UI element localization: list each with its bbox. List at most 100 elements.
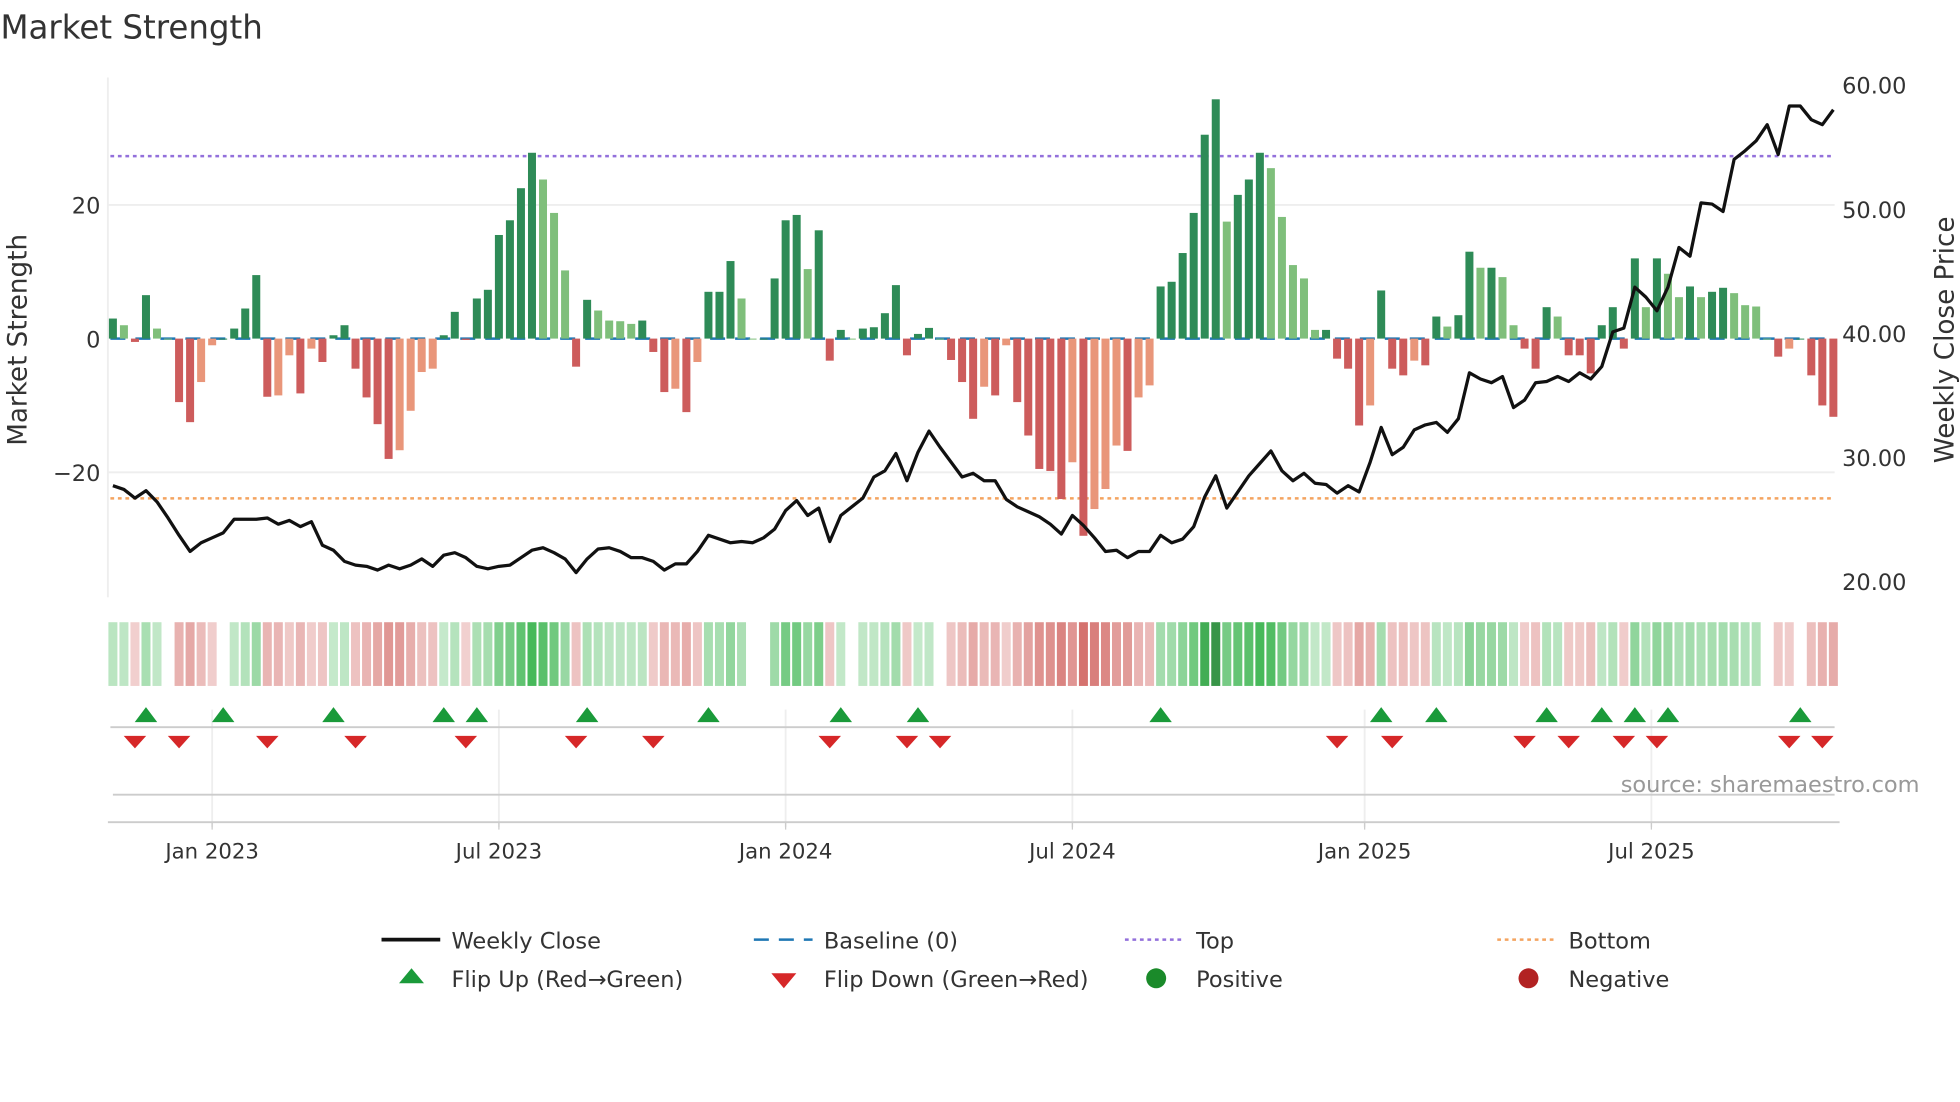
heat-cell [1817,622,1827,686]
chart-title: Market Strength [0,9,262,47]
heat-cell [1806,622,1816,686]
strength-bar [660,338,669,393]
strength-bar [1399,338,1408,376]
heat-cell [1023,622,1033,686]
heat-cell [1156,622,1166,686]
strength-bar [1266,168,1275,339]
strength-bar [1255,152,1264,339]
strength-bar [1829,338,1838,417]
flip-up-marker [1425,707,1448,723]
heat-cell [737,622,747,686]
strength-bar [1741,305,1750,339]
heat-cell [196,622,206,686]
strength-bar [1443,326,1452,339]
heat-cell [141,622,151,686]
flip-down-marker [454,735,478,749]
strength-bar [1233,194,1242,339]
heat-cell [725,622,735,686]
strength-bar [494,234,503,339]
strength-bar [186,338,195,423]
market-strength-chart: Market Strength 20 0 −20 60.00 50.00 40.00 30.… [0,9,1960,993]
strength-bar [1553,316,1562,339]
strength-bar [1685,286,1694,339]
heat-cell [648,622,658,686]
strength-bar [1388,338,1397,369]
strength-bar [417,338,426,373]
heat-cell [1321,622,1331,686]
heat-cell [351,622,361,686]
heat-cell [792,622,802,686]
heat-cell [1630,622,1640,686]
strength-bar [913,333,922,339]
strength-bar [1156,286,1165,339]
left-tick-label: 20 [72,194,101,220]
strength-bar [825,338,834,361]
flip-down-marker [1778,735,1801,749]
heat-cell [1475,622,1485,686]
strength-bar [1421,338,1430,366]
strength-bar [616,321,625,339]
heat-cell [1641,622,1651,686]
heat-cell [428,622,438,686]
strength-bar [1101,338,1110,489]
strength-bar [936,338,945,340]
heat-cell [229,622,239,686]
heat-cell [1619,622,1629,686]
strength-bar [450,311,459,339]
heat-cell [1134,622,1144,686]
heat-cell [450,622,460,686]
flip-up-marker [829,707,853,723]
strength-bar [219,338,228,340]
flip-down-marker [818,735,842,749]
heat-cell [108,622,118,686]
heat-cell [494,622,504,686]
heat-cell [251,622,261,686]
strength-heat-strip [108,622,1838,686]
heat-cell [461,622,471,686]
strength-bar [351,338,360,369]
heat-cell [902,622,912,686]
heat-cell [1531,622,1541,686]
flip-down-marker [642,735,665,749]
strength-bar [737,298,746,339]
strength-bar [715,291,724,339]
heat-cell [1034,622,1044,686]
heat-cell [174,622,184,686]
strength-bar [925,327,934,339]
strength-bar [693,338,702,362]
strength-bar [1277,216,1286,339]
heat-cell [924,622,934,686]
strength-bar [1719,287,1728,339]
strength-bar [395,338,404,451]
strength-bar [1818,338,1827,406]
heat-cell [1729,622,1739,686]
heat-cell [1178,622,1188,686]
legend-negative: Negative [1568,967,1669,993]
heat-cell [1740,622,1750,686]
strength-bar [704,291,713,339]
strength-bar [1344,338,1353,369]
heat-cell [1376,622,1386,686]
heat-cell [1597,622,1607,686]
heat-cell [1288,622,1298,686]
legend-flip-up: Flip Up (Red→Green) [451,967,683,993]
reference-lines [110,154,1835,500]
strength-bar [1641,307,1650,339]
strength-bar [439,335,448,339]
heat-cell [384,622,394,686]
strength-bar [605,320,614,339]
strength-bar [1465,251,1474,339]
strength-bar [175,338,184,403]
heat-cell [328,622,338,686]
heat-cell [1442,622,1452,686]
heat-cell [1663,622,1673,686]
strength-bar [869,327,878,339]
heat-cell [935,622,945,686]
heat-cell [1498,622,1508,686]
strength-bar [991,338,1000,396]
heat-cell [593,622,603,686]
strength-bar [1586,338,1595,374]
strength-bar [1079,338,1088,536]
heat-cell [1652,622,1662,686]
strength-bar [1531,338,1540,369]
